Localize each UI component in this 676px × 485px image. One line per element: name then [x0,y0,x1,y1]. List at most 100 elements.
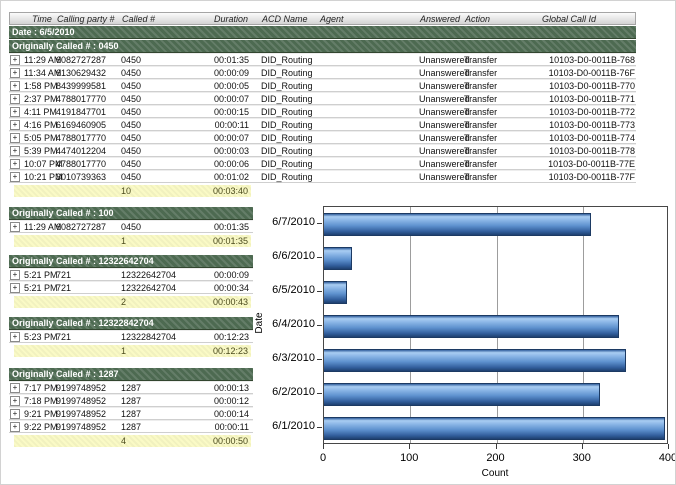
table-row: +11:34 AM6130629432045000:00:09DID_Routi… [9,66,636,79]
column-header-answered: Answered [420,14,460,24]
expand-row-icon[interactable]: + [10,120,20,130]
cell-called: 0450 [121,94,141,104]
group-summary: 1 00:12:23 [14,345,251,357]
cell-acd: DID_Routing [261,146,313,156]
cell-called: 0450 [121,172,141,182]
group-table-12322842704: Originally Called # : 12322842704 +5:23 … [9,316,253,357]
expand-row-icon[interactable]: + [10,133,20,143]
group-summary: 10 00:03:40 [14,185,251,197]
expand-row-icon[interactable]: + [10,270,20,280]
expand-row-icon[interactable]: + [10,94,20,104]
group-rows: +11:29 AM6082727287045000:01:35 [9,220,253,233]
cell-acd: DID_Routing [261,120,313,130]
cell-time: 5:05 PM [24,133,58,143]
chart-bar [324,247,352,270]
cell-called: 12322642704 [121,283,176,293]
y-axis-tick-label: 6/3/2010 [245,352,315,364]
cell-action: Transfer [464,133,497,143]
cell-time: 2:37 PM [24,94,58,104]
cell-duration: 00:00:09 [214,270,249,280]
column-header-gcid: Global Call Id [542,14,596,24]
cell-acd: DID_Routing [261,55,313,65]
summary-total-duration: 00:03:40 [213,186,248,196]
y-axis-tick-label: 6/6/2010 [245,250,315,262]
call-details-table: TimeCalling party #Called #DurationACD N… [9,12,636,197]
cell-answered: Unanswered [419,120,470,130]
expand-row-icon[interactable]: + [10,146,20,156]
date-group-label: Date : 6/5/2010 [12,27,75,37]
cell-called: 1287 [121,409,141,419]
cell-calling: 6082727287 [56,55,106,65]
expand-row-icon[interactable]: + [10,107,20,117]
x-axis-tick-label: 300 [560,452,604,464]
cell-calling: 4788017770 [56,94,106,104]
table-row: +5:21 PM7211232264270400:00:34 [9,281,253,294]
cell-answered: Unanswered [419,159,470,169]
cell-called: 12322842704 [121,332,176,342]
y-axis-tick-label: 6/7/2010 [245,216,315,228]
expand-row-icon[interactable]: + [10,396,20,406]
table-row: +10:21 PM3010739363045000:01:02DID_Routi… [9,170,636,183]
expand-row-icon[interactable]: + [10,332,20,342]
table-row: +9:22 PM9199748952128700:00:11 [9,420,253,433]
cell-gcid: 10103-D0-0011B-76F [549,68,635,78]
cell-called: 0450 [121,222,141,232]
cell-calling: 4474012204 [56,146,106,156]
cell-time: 7:18 PM [24,396,58,406]
cell-called: 1287 [121,422,141,432]
cell-acd: DID_Routing [261,159,313,169]
group-summary: 2 00:00:43 [14,296,251,308]
summary-total-duration: 00:12:23 [213,346,248,356]
expand-row-icon[interactable]: + [10,422,20,432]
cell-calling: 4788017770 [56,159,106,169]
cell-answered: Unanswered [419,146,470,156]
cell-gcid: 10103-D0-0011B-77F [549,172,635,182]
group-label: Originally Called # : 1287 [12,369,119,379]
cell-time: 1:58 PM [24,81,58,91]
x-axis-tick [323,444,324,449]
column-header-acd: ACD Name [262,14,308,24]
expand-row-icon[interactable]: + [10,409,20,419]
expand-row-icon[interactable]: + [10,222,20,232]
expand-row-icon[interactable]: + [10,68,20,78]
cell-calling: 9199748952 [56,409,106,419]
table-row: +4:16 PM6169460905045000:00:11DID_Routin… [9,118,636,131]
expand-row-icon[interactable]: + [10,283,20,293]
chart-x-axis-title: Count [445,468,545,479]
y-axis-tick [317,223,322,224]
table-row: +5:21 PM7211232264270400:00:09 [9,268,253,281]
expand-row-icon[interactable]: + [10,159,20,169]
table-row: +2:37 PM4788017770045000:00:07DID_Routin… [9,92,636,105]
cell-gcid: 10103-D0-0011B-778 [549,146,635,156]
cell-calling: 8439999581 [56,81,106,91]
summary-total-duration: 00:00:50 [213,436,248,446]
group-band-0450: Originally Called # : 0450 [9,40,636,53]
cell-answered: Unanswered [419,107,470,117]
cell-called: 0450 [121,55,141,65]
table-header-row: TimeCalling party #Called #DurationACD N… [9,12,636,25]
cell-duration: 00:00:05 [214,81,249,91]
chart-bar [324,383,600,406]
cell-answered: Unanswered [419,172,470,182]
table-row: +1:58 PM8439999581045000:00:05DID_Routin… [9,79,636,92]
group-band: Originally Called # : 100 [9,207,253,220]
column-header-calling: Calling party # [57,14,115,24]
x-axis-tick [409,444,410,449]
x-axis-tick-label: 400 [646,452,676,464]
cell-gcid: 10103-D0-0011B-773 [549,120,635,130]
expand-row-icon[interactable]: + [10,55,20,65]
expand-row-icon[interactable]: + [10,81,20,91]
y-axis-tick [317,393,322,394]
cell-answered: Unanswered [419,94,470,104]
cell-action: Transfer [464,172,497,182]
cell-called: 0450 [121,159,141,169]
cell-duration: 00:12:23 [214,332,249,342]
cell-called: 1287 [121,396,141,406]
y-axis-tick [317,291,322,292]
group-band: Originally Called # : 12322842704 [9,317,253,330]
expand-row-icon[interactable]: + [10,383,20,393]
expand-row-icon[interactable]: + [10,172,20,182]
cell-time: 5:39 PM [24,146,58,156]
cell-answered: Unanswered [419,55,470,65]
group-rows: +5:23 PM7211232284270400:12:23 [9,330,253,343]
